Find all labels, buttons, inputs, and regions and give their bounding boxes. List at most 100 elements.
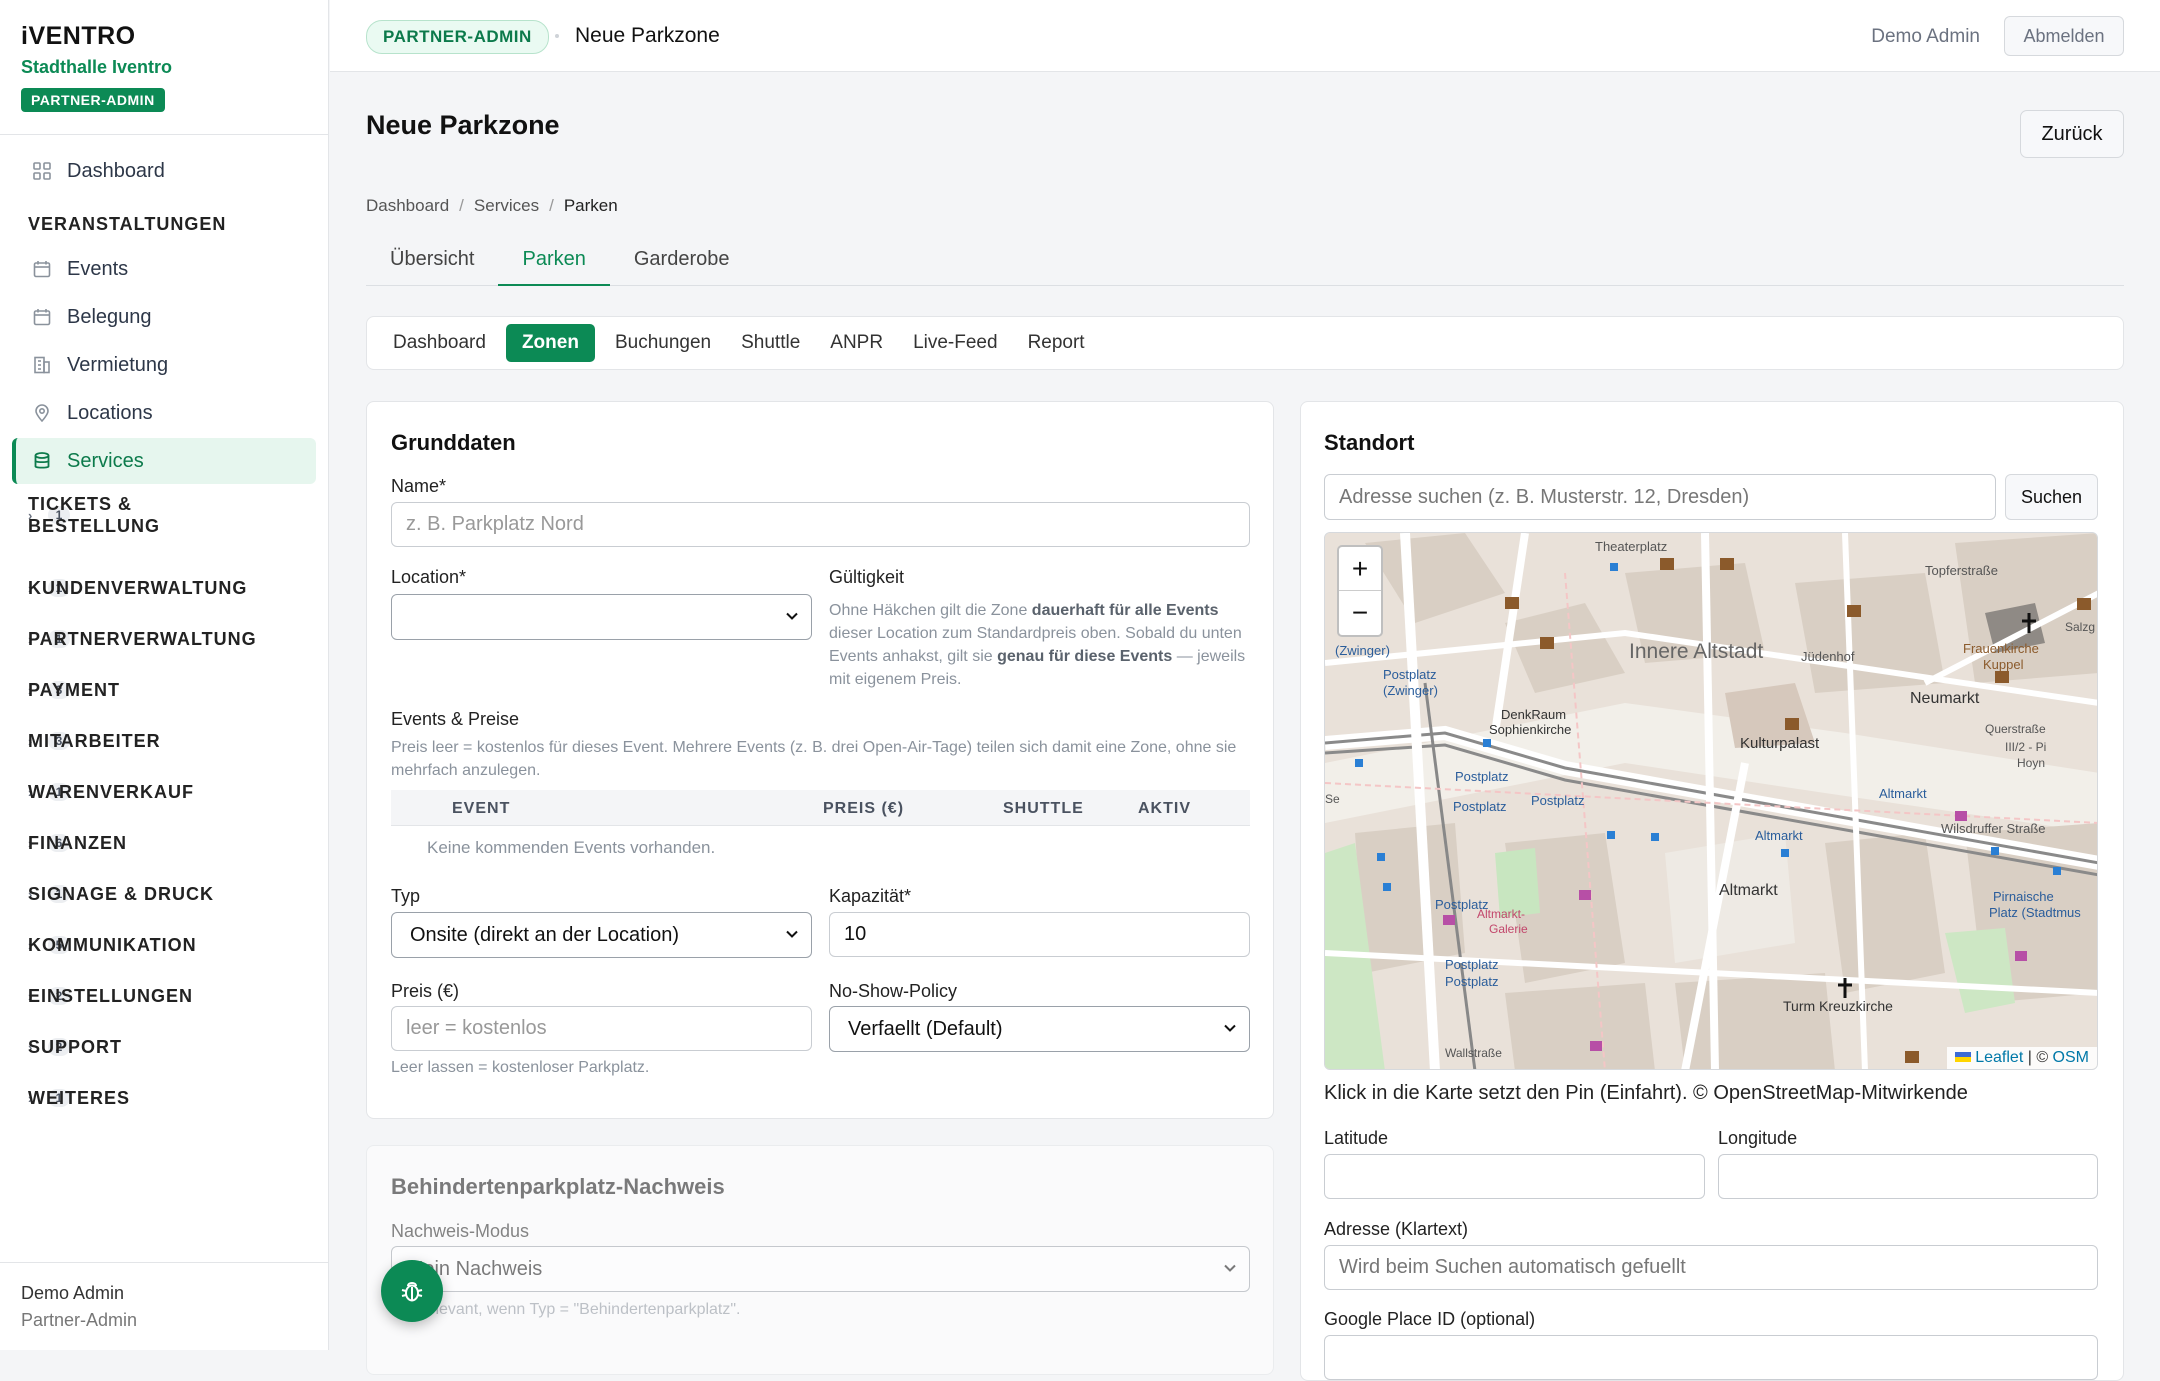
breadcrumb-link[interactable]: Dashboard [366, 196, 449, 216]
section-label: VERANSTALTUNGEN [28, 214, 227, 234]
svg-text:Kulturpalast: Kulturpalast [1740, 735, 1820, 752]
svg-text:Postplatz: Postplatz [1531, 793, 1584, 808]
subtab-report[interactable]: Report [1018, 324, 1095, 362]
section-veranstaltungen[interactable]: ⌄ VERANSTALTUNGEN [28, 214, 303, 234]
subtab-anpr[interactable]: ANPR [820, 324, 893, 362]
gueltigkeit-label: Gültigkeit [829, 567, 905, 587]
map-zoom-control: + − [1337, 545, 1383, 637]
search-button[interactable]: Suchen [2005, 474, 2098, 520]
sidebar: iVENTRO Stadthalle Iventro PARTNER-ADMIN… [0, 0, 329, 1350]
typ-select[interactable]: Onsite (direkt an der Location) [391, 912, 812, 958]
sidebar-item-dashboard[interactable]: Dashboard [12, 148, 316, 194]
adresse-input[interactable]: Wird beim Suchen automatisch gefuellt [1324, 1245, 2098, 1290]
zoom-in-button[interactable]: + [1339, 547, 1381, 591]
svg-text:Platz (Stadtmus: Platz (Stadtmus [1989, 905, 2081, 920]
nachweis-mode-select[interactable]: Kein Nachweis [391, 1246, 1250, 1292]
section-label: KOMMUNIKATION [28, 935, 197, 955]
location-select[interactable] [391, 594, 812, 640]
svg-text:Neumarkt: Neumarkt [1910, 690, 1980, 707]
sidebar-item-locations[interactable]: Locations [12, 390, 316, 436]
back-button[interactable]: Zurück [2020, 110, 2124, 158]
svg-text:DenkRaum: DenkRaum [1501, 707, 1566, 722]
longitude-input[interactable] [1718, 1154, 2098, 1199]
section-label: PAYMENT [28, 680, 121, 700]
section-partnerverwaltung[interactable]: › PARTNERVERWALTUNG 1 [28, 629, 303, 649]
subtab-zonen[interactable]: Zonen [505, 324, 595, 362]
section-einstellungen[interactable]: › EINSTELLUNGEN 2 [28, 986, 303, 1006]
adresse-label: Adresse (Klartext) [1324, 1219, 1469, 1239]
venue-name: Stadthalle Iventro [21, 57, 173, 77]
svg-text:Postplatz: Postplatz [1435, 897, 1488, 912]
svg-text:Postplatz: Postplatz [1445, 957, 1498, 972]
sidebar-item-label: Services [67, 449, 144, 472]
section-weiteres[interactable]: › WEITERES 1 [28, 1088, 303, 1108]
place-id-input[interactable] [1324, 1335, 2098, 1380]
role-badge: PARTNER-ADMIN [21, 88, 165, 112]
tab-uebersicht[interactable]: Übersicht [366, 244, 498, 286]
latitude-input[interactable] [1324, 1154, 1705, 1199]
noshow-label: No-Show-Policy [829, 981, 958, 1001]
kapazitaet-input[interactable]: 10 [829, 912, 1250, 957]
breadcrumb-current: Parken [563, 196, 618, 215]
section-kundenverwaltung[interactable]: › KUNDENVERWALTUNG 1 [28, 578, 303, 598]
sidebar-item-belegung[interactable]: Belegung [12, 294, 316, 340]
section-label: WARENVERKAUF [28, 782, 195, 802]
leaflet-link[interactable]: Leaflet [1975, 1049, 2023, 1066]
separator-dot [555, 34, 559, 38]
map-tiles: Innere Altstadt Neumarkt Altmarkt Kultur… [1325, 533, 2097, 1069]
breadcrumb-link[interactable]: Services [474, 196, 539, 216]
subtab-buchungen[interactable]: Buchungen [605, 324, 721, 362]
svg-text:(Zwinger): (Zwinger) [1335, 643, 1390, 658]
card-title: Standort [1324, 430, 1415, 455]
section-warenverkauf[interactable]: › WARENVERKAUF 1 [28, 782, 303, 802]
map-pin-icon [32, 403, 52, 423]
logout-button[interactable]: Abmelden [2004, 16, 2124, 56]
sidebar-item-vermietung[interactable]: Vermietung [12, 342, 316, 388]
subtab-shuttle[interactable]: Shuttle [731, 324, 810, 362]
nachweis-mode-label: Nachweis-Modus [391, 1221, 530, 1241]
section-label: WEITERES [28, 1088, 131, 1108]
preis-input[interactable]: leer = kostenlos [391, 1006, 812, 1051]
user-name: Demo Admin [21, 1283, 125, 1303]
section-signage[interactable]: › SIGNAGE & DRUCK 1 [28, 884, 303, 904]
nachweis-help: Nur relevant, wenn Typ = "Behindertenpar… [391, 1301, 741, 1318]
chevron-down-icon [786, 612, 798, 620]
parking-subtabs: Dashboard Zonen Buchungen Shuttle ANPR L… [366, 316, 2124, 370]
svg-text:III/2 - Pi: III/2 - Pi [2005, 740, 2046, 754]
svg-text:Hoyn: Hoyn [2017, 756, 2045, 770]
tab-parken[interactable]: Parken [498, 244, 610, 286]
section-support[interactable]: › SUPPORT 2 [28, 1037, 303, 1057]
svg-text:Pirnaische: Pirnaische [1993, 889, 2054, 904]
brand-logo[interactable]: iVENTRO [21, 22, 136, 51]
section-finanzen[interactable]: › FINANZEN 6 [28, 833, 303, 853]
section-tickets[interactable]: › TICKETS & BESTELLUNG 1 [28, 494, 303, 536]
section-label: SIGNAGE & DRUCK [28, 884, 215, 904]
breadcrumb-separator: / [459, 196, 464, 215]
section-kommunikation[interactable]: › KOMMUNIKATION 5 [28, 935, 303, 955]
subtab-live-feed[interactable]: Live-Feed [903, 324, 1008, 362]
location-map[interactable]: Innere Altstadt Neumarkt Altmarkt Kultur… [1324, 532, 2098, 1070]
sidebar-item-events[interactable]: Events [12, 246, 316, 292]
svg-text:(Zwinger): (Zwinger) [1383, 683, 1438, 698]
section-label: EINSTELLUNGEN [28, 986, 194, 1006]
section-payment[interactable]: › PAYMENT 3 [28, 680, 303, 700]
section-mitarbeiter[interactable]: › MITARBEITER 3 [28, 731, 303, 751]
preis-help: Leer lassen = kostenloser Parkplatz. [391, 1059, 650, 1076]
database-icon [32, 451, 52, 471]
osm-link[interactable]: OSM [2053, 1049, 2089, 1066]
select-value: Onsite (direkt an der Location) [410, 923, 680, 946]
section-label: PARTNERVERWALTUNG [28, 629, 257, 649]
tab-garderobe[interactable]: Garderobe [610, 244, 754, 286]
sidebar-item-services[interactable]: Services [12, 438, 316, 484]
address-search-input[interactable]: Adresse suchen (z. B. Musterstr. 12, Dre… [1324, 474, 1996, 520]
svg-text:Altmarkt: Altmarkt [1755, 828, 1803, 843]
name-input[interactable]: z. B. Parkplatz Nord [391, 502, 1250, 547]
chevron-down-icon [1224, 1264, 1236, 1272]
events-table-empty: Keine kommenden Events vorhanden. [427, 838, 716, 857]
preis-label: Preis (€) [391, 981, 460, 1001]
bug-report-button[interactable] [381, 1260, 443, 1322]
noshow-select[interactable]: Verfaellt (Default) [829, 1006, 1250, 1052]
subtab-dashboard[interactable]: Dashboard [383, 324, 496, 362]
zoom-out-button[interactable]: − [1339, 591, 1381, 635]
calendar-icon [32, 307, 52, 327]
